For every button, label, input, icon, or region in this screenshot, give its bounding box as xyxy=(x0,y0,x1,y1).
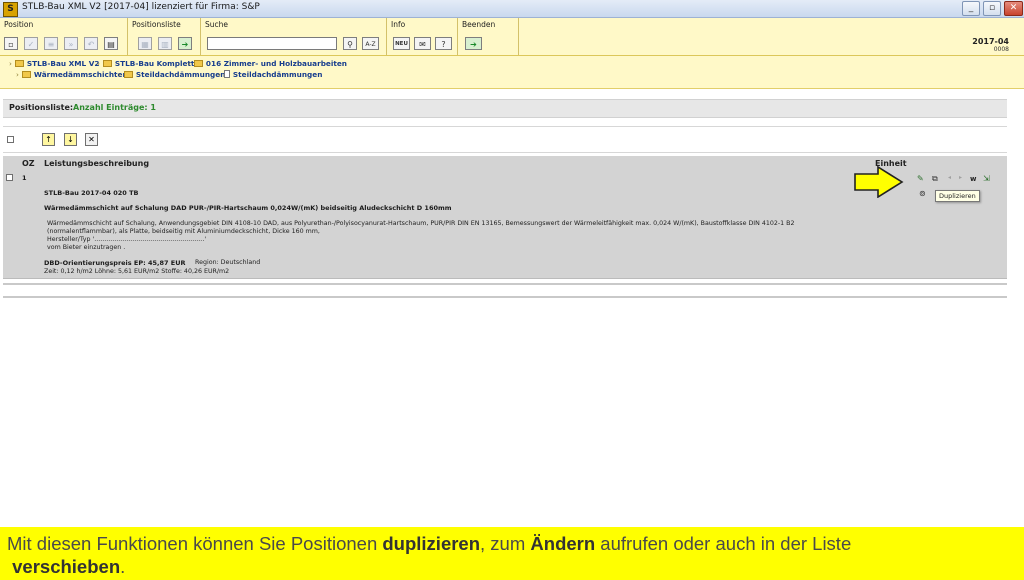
list-action-bar: ↑ ↓ ✕ xyxy=(3,126,1007,153)
exit-icon[interactable]: ➔ xyxy=(465,37,482,50)
price-label: DBD-Orientierungspreis EP: 45,87 EUR xyxy=(44,259,186,267)
list-export-icon[interactable]: ▥ xyxy=(158,37,172,50)
row-oz: 1 xyxy=(22,174,27,182)
maximize-button[interactable]: ▫ xyxy=(983,1,1001,16)
region-label: Region: Deutschland xyxy=(195,259,261,266)
edit-pencil-icon[interactable]: ✎ xyxy=(917,174,924,183)
close-window-button[interactable]: ✕ xyxy=(1004,1,1023,16)
window-titlebar: S STLB-Bau XML V2 [2017-04] lizenziert f… xyxy=(0,0,1024,18)
folder-icon xyxy=(193,60,203,67)
document-icon xyxy=(223,70,230,78)
move-up-small-icon[interactable]: ◂ xyxy=(948,174,951,181)
toolbar-group-label: Suche xyxy=(205,20,229,29)
version-number: 0008 xyxy=(993,46,1009,53)
chevron-right-icon: › xyxy=(9,59,12,68)
main-toolbar: Position ▫ ✓ ≡ » ↶ ▤ Positionsliste ▦ ▥ … xyxy=(0,18,1024,56)
delete-icon[interactable]: ✕ xyxy=(85,133,98,146)
search-input[interactable] xyxy=(207,37,337,50)
entry-count: Anzahl Einträge: 1 xyxy=(73,103,156,112)
toolbar-group-positionsliste: Positionsliste ▦ ▥ ➔ xyxy=(128,18,201,55)
toolbar-group-label: Info xyxy=(391,20,406,29)
position-long-text-line: (normalentflammbar), als Platte, beidsei… xyxy=(47,228,320,235)
folder-icon xyxy=(123,71,133,78)
position-long-text-line: Hersteller/Typ '........................… xyxy=(47,236,207,243)
position-long-text-line: vom Bieter einzutragen . xyxy=(47,244,126,251)
column-header-leistungsbeschreibung: Leistungsbeschreibung xyxy=(44,159,150,168)
print-icon[interactable]: ▦ xyxy=(138,37,152,50)
row-checkbox[interactable] xyxy=(6,174,13,181)
chevron-right-icon: › xyxy=(188,59,191,68)
breadcrumb: › STLB-Bau XML V2 › STLB-Bau Komplett › 016… xyxy=(0,56,1024,89)
insert-icon[interactable]: ⇲ xyxy=(983,174,990,183)
breadcrumb-item[interactable]: › STLB-Bau Komplett xyxy=(97,59,194,68)
info-circle-icon[interactable]: ⊚ xyxy=(919,189,926,198)
folder-icon xyxy=(21,71,31,78)
divider xyxy=(3,296,1007,298)
breadcrumb-item[interactable]: › Steildachdämmungen xyxy=(118,70,225,79)
toolbar-group-label: Beenden xyxy=(462,20,496,29)
toolbar-group-label: Positionsliste xyxy=(132,20,181,29)
breadcrumb-item[interactable]: › Wärmedämmschichten xyxy=(16,70,128,79)
window-title: STLB-Bau XML V2 [2017-04] lizenziert für… xyxy=(22,2,260,12)
chevron-right-icon: › xyxy=(97,59,100,68)
chevron-right-icon: › xyxy=(218,70,221,79)
tooltip: Duplizieren xyxy=(935,190,980,202)
export-arrow-icon[interactable]: ➔ xyxy=(178,37,192,50)
toolbar-group-position: Position ▫ ✓ ≡ » ↶ ▤ xyxy=(0,18,128,55)
list-icon[interactable]: ≡ xyxy=(44,37,58,50)
divider xyxy=(3,283,1007,285)
position-long-text-line: Wärmedämmschicht auf Schalung, Anwendung… xyxy=(47,220,795,227)
column-header-oz: OZ xyxy=(22,159,35,168)
duplicate-icon[interactable]: ⧉ xyxy=(932,174,938,184)
breadcrumb-item[interactable]: › STLB-Bau XML V2 xyxy=(9,59,99,68)
new-document-icon[interactable]: ▫ xyxy=(4,37,18,50)
positionsliste-label: Positionsliste: xyxy=(9,103,74,112)
breadcrumb-item[interactable]: › 016 Zimmer- und Holzbauarbeiten xyxy=(188,59,347,68)
breadcrumb-item[interactable]: › Steildachdämmungen xyxy=(218,70,322,79)
yellow-arrow-icon xyxy=(854,166,904,198)
app-logo-icon: S xyxy=(3,2,18,17)
chevron-right-icon: › xyxy=(118,70,121,79)
cost-details: Zeit: 0,12 h/m2 Löhne: 5,61 EUR/m2 Stoff… xyxy=(44,268,230,275)
chevron-right-icon: › xyxy=(16,70,19,79)
position-code[interactable]: STLB-Bau 2017-04 020 TB xyxy=(44,189,138,197)
move-w-icon[interactable]: w xyxy=(970,175,976,183)
folder-icon xyxy=(102,60,112,67)
select-all-checkbox[interactable] xyxy=(7,136,14,143)
folder-icon xyxy=(14,60,24,67)
help-icon[interactable]: ? xyxy=(435,37,452,50)
positionsliste-header: Positionsliste: Anzahl Einträge: 1 xyxy=(3,99,1007,118)
move-up-icon[interactable]: ↑ xyxy=(42,133,55,146)
explanation-banner: Mit diesen Funktionen können Sie Positio… xyxy=(0,527,1024,580)
minimize-button[interactable]: _ xyxy=(962,1,980,16)
az-index-button[interactable]: A-Z xyxy=(362,37,379,50)
explanation-text: Mit diesen Funktionen können Sie Positio… xyxy=(7,533,852,577)
sort-az-icon[interactable]: ↓ xyxy=(64,133,77,146)
page-copy-icon[interactable]: ▤ xyxy=(104,37,118,50)
mail-icon[interactable]: ✉ xyxy=(414,37,431,50)
position-short-text[interactable]: Wärmedämmschicht auf Schalung DAD PUR-/P… xyxy=(44,204,452,212)
undo-icon[interactable]: ↶ xyxy=(84,37,98,50)
version-year: 2017-04 xyxy=(972,37,1009,46)
news-button[interactable]: NEU xyxy=(393,37,410,50)
toolbar-group-label: Position xyxy=(4,20,34,29)
binoculars-search-icon[interactable]: ⚲ xyxy=(343,37,357,50)
forward-icon[interactable]: » xyxy=(64,37,78,50)
edit-check-icon[interactable]: ✓ xyxy=(24,37,38,50)
move-down-small-icon[interactable]: ▸ xyxy=(959,174,962,181)
